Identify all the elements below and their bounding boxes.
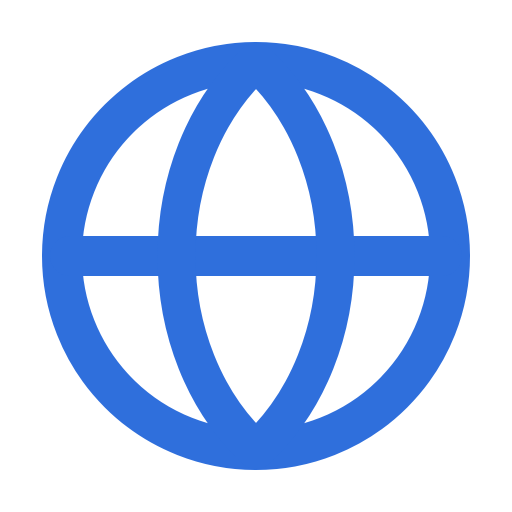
globe-icon	[42, 42, 470, 470]
icon-canvas	[0, 0, 512, 512]
